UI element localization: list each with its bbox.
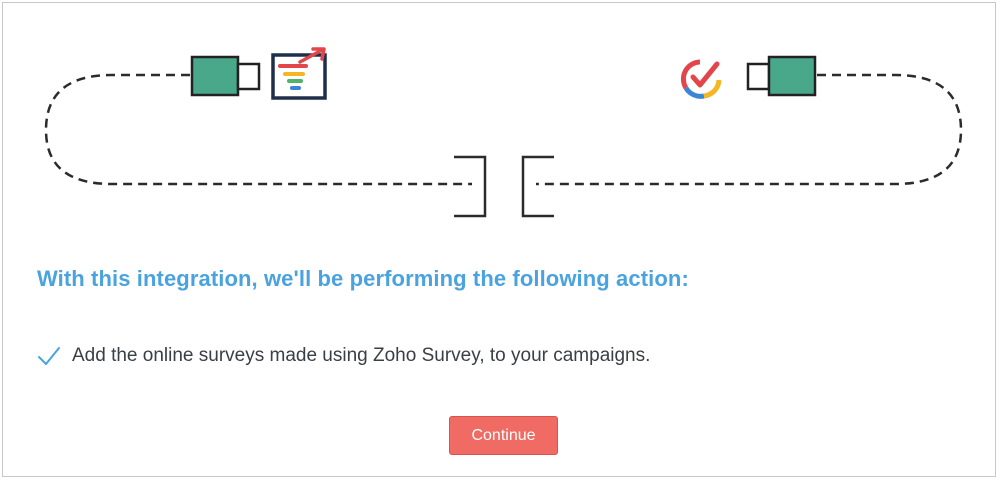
- zoho-survey-funnel-icon: [271, 47, 327, 100]
- integration-headline: With this integration, we'll be performi…: [37, 266, 689, 291]
- connection-cable-right: [536, 73, 963, 186]
- action-list-item: Add the online surveys made using Zoho S…: [37, 343, 650, 369]
- socket-bracket-left: [454, 155, 487, 218]
- plug-connector-icon-left: [190, 55, 261, 97]
- zoho-campaigns-check-icon: [680, 59, 722, 99]
- connection-cable-left: [44, 73, 472, 186]
- plug-connector-icon-right: [746, 55, 817, 97]
- action-description: Add the online surveys made using Zoho S…: [72, 345, 651, 366]
- continue-button[interactable]: Continue: [449, 416, 558, 455]
- socket-bracket-right: [521, 155, 554, 218]
- integration-illustration: [44, 47, 963, 218]
- checkmark-icon: [38, 347, 60, 365]
